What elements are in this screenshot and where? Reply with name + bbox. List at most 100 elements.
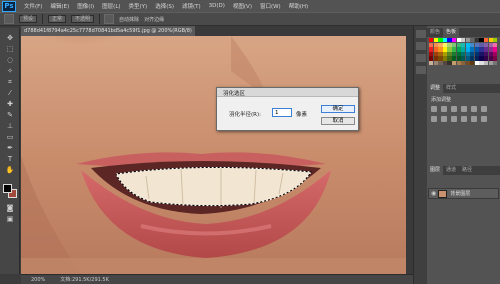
type-tool-icon[interactable]: T [4,155,16,164]
crop-tool-icon[interactable]: ⌗ [4,78,16,87]
color-swatch[interactable] [488,47,493,52]
color-swatch[interactable] [438,47,443,52]
color-swatch[interactable] [474,42,479,47]
black-white-icon[interactable] [440,116,447,122]
color-swatch[interactable] [470,51,475,57]
color-swatch[interactable] [483,38,489,43]
color-swatch[interactable] [488,61,493,66]
color-swatch[interactable] [474,51,479,57]
color-swatch[interactable] [493,56,498,61]
invert-icon[interactable] [470,116,477,122]
color-swatch[interactable] [461,47,466,52]
color-swatch[interactable] [429,56,434,61]
brush-panel-icon[interactable] [416,54,426,62]
align-edge-label[interactable]: 对齐边缘 [144,16,164,23]
color-swatch[interactable] [429,47,434,52]
color-swatch[interactable] [465,38,470,43]
color-swatch[interactable] [488,56,493,61]
color-swatch[interactable] [456,61,461,66]
color-swatch[interactable] [461,42,466,47]
exposure-icon[interactable] [460,106,467,112]
color-swatch[interactable] [488,38,493,43]
color-swatch[interactable] [438,56,443,61]
color-swatch[interactable] [474,61,479,66]
color-swatch[interactable] [447,51,452,57]
color-swatch[interactable] [452,56,457,61]
properties-icon[interactable] [416,42,426,50]
stamp-tool-icon[interactable]: ⊥ [4,122,16,131]
tab-paths[interactable]: 路径 [459,166,475,175]
document-tab[interactable]: d788d41f8794a4c25c7778d70841bd5a4c59f1.j… [21,26,195,36]
color-swatch[interactable] [470,47,475,52]
color-swatch[interactable] [433,51,438,57]
color-swatch[interactable] [479,47,484,52]
canvas[interactable] [21,36,406,274]
menu-select[interactable]: 选择(S) [155,2,174,10]
vertical-scrollbar[interactable] [406,36,413,274]
color-swatch[interactable] [456,51,461,57]
color-swatch[interactable] [493,61,498,66]
color-swatch[interactable] [461,56,466,61]
menu-edit[interactable]: 编辑(E) [50,2,69,10]
ok-button[interactable]: 确定 [321,105,355,113]
color-swatch[interactable] [493,51,498,57]
menu-filter[interactable]: 滤镜(T) [182,2,201,10]
magic-wand-icon[interactable]: ✧ [4,67,16,76]
curves-icon[interactable] [450,106,457,112]
gear-icon[interactable] [104,14,115,24]
eyedropper-icon[interactable]: ⁄ [4,89,16,98]
color-balance-icon[interactable] [431,116,437,122]
tab-swatches[interactable]: 色板 [443,28,460,37]
lasso-tool-icon[interactable]: ◌ [4,56,16,65]
color-swatch[interactable] [483,56,489,61]
menu-file[interactable]: 文件(F) [24,2,42,10]
color-swatch[interactable] [465,42,470,47]
eraser-tool-icon[interactable]: ▭ [4,133,16,142]
menu-image[interactable]: 图像(I) [77,2,94,10]
mode-dropdown[interactable]: 正常 [48,15,67,23]
color-swatch[interactable] [465,56,470,61]
color-swatch[interactable] [433,47,438,52]
color-swatch[interactable] [479,61,484,66]
color-swatch[interactable] [442,38,448,43]
color-swatch[interactable] [479,51,484,57]
menu-type[interactable]: 类型(Y) [129,2,148,10]
color-swatch[interactable] [483,42,489,47]
color-swatch[interactable] [433,56,438,61]
color-swatch[interactable] [452,42,457,47]
color-swatch[interactable] [479,56,484,61]
color-swatch[interactable] [493,42,498,47]
color-swatch[interactable] [465,51,470,57]
brightness-icon[interactable] [431,106,437,112]
vibrance-icon[interactable] [470,106,477,112]
color-swatch[interactable] [442,47,448,52]
color-swatch[interactable] [456,42,461,47]
color-swatch[interactable] [442,56,448,61]
pen-tool-icon[interactable]: ✒ [4,144,16,153]
character-icon[interactable] [416,66,426,74]
color-swatch[interactable] [474,38,479,43]
color-swatch[interactable] [456,47,461,52]
color-swatch[interactable] [452,47,457,52]
color-swatch[interactable] [447,42,452,47]
color-swatch[interactable] [488,42,493,47]
feather-radius-input[interactable] [272,108,292,117]
color-swatch[interactable] [470,61,475,66]
color-swatch[interactable] [452,61,457,66]
eye-icon[interactable]: ◉ [431,190,436,197]
color-swatch[interactable] [429,38,434,43]
tab-adjustments[interactable]: 调整 [427,84,444,93]
color-swatch[interactable] [447,38,452,43]
menu-3d[interactable]: 3D(D) [209,3,225,9]
hue-saturation-icon[interactable] [480,106,487,112]
color-swatch[interactable] [452,38,457,43]
move-tool-icon[interactable]: ✥ [4,34,16,43]
color-swatch[interactable] [479,42,484,47]
menu-help[interactable]: 帮助(H) [289,2,308,10]
color-swatch[interactable] [429,51,434,57]
menu-window[interactable]: 窗口(W) [260,2,281,10]
channel-mixer-icon[interactable] [460,116,467,122]
color-swatch[interactable] [493,38,498,43]
color-swatch[interactable] [470,38,475,43]
color-swatch[interactable] [429,42,434,47]
